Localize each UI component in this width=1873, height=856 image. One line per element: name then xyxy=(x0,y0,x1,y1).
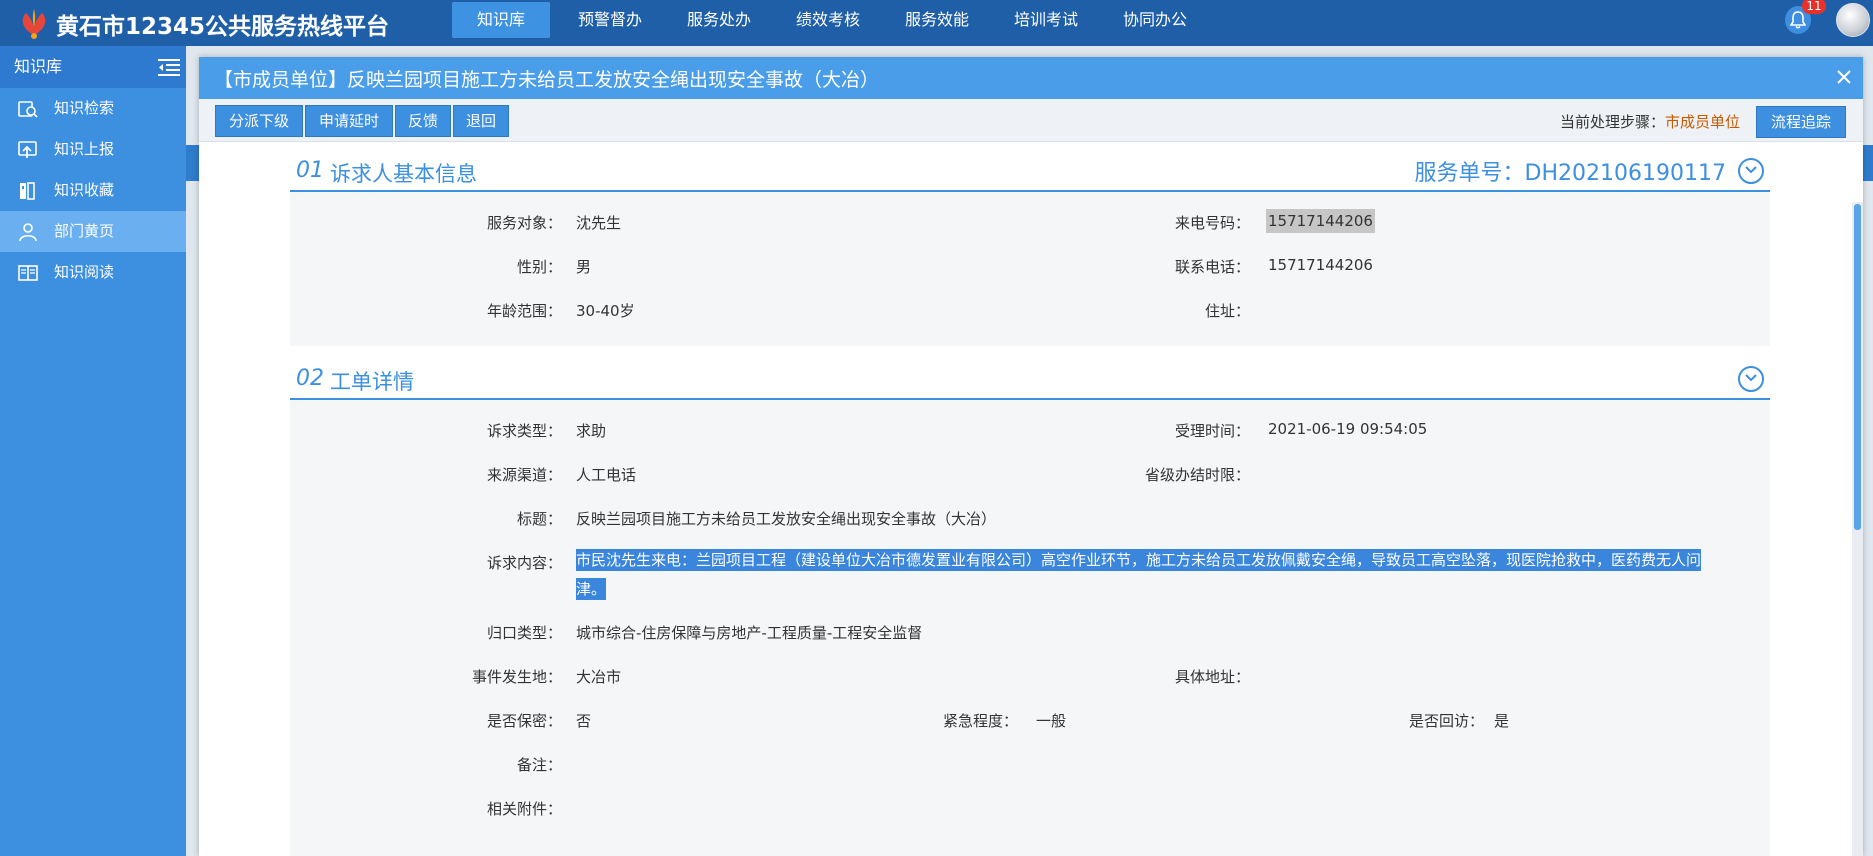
request-type-value: 求助 xyxy=(576,422,607,440)
upload-icon xyxy=(18,141,37,158)
field-label: 受理时间： xyxy=(1174,422,1250,440)
feedback-button[interactable]: 反馈 xyxy=(395,105,451,137)
sidebar-item-department-directory[interactable]: 部门黄页 xyxy=(0,211,186,252)
requester-info-panel: 服务对象： 沈先生 来电号码： 15717144206 性别： 男 联系电话： … xyxy=(290,192,1770,346)
section-number: 01 xyxy=(296,158,324,183)
app-title: 黄石市12345公共服务热线平台 xyxy=(56,14,390,40)
open-book-icon xyxy=(18,265,38,281)
user-avatar[interactable] xyxy=(1836,3,1870,37)
urgency-value: 一般 xyxy=(1036,712,1067,730)
field-label: 性别： xyxy=(516,258,562,276)
nav-training-exam[interactable]: 培训考试 xyxy=(997,2,1095,38)
notification-count-badge: 11 xyxy=(1802,0,1826,14)
menu-collapse-icon[interactable] xyxy=(158,58,180,76)
chevron-down-icon xyxy=(1745,166,1757,174)
process-trace-button[interactable]: 流程追踪 xyxy=(1756,106,1846,138)
sidebar: 知识库 知识检索 知识上报 知识收藏 部门黄页 知识阅读 xyxy=(0,46,186,856)
event-place-value: 大冶市 xyxy=(576,668,622,686)
nav-knowledge-base[interactable]: 知识库 xyxy=(452,2,550,38)
sidebar-title: 知识库 xyxy=(14,57,63,76)
field-label: 标题： xyxy=(516,510,562,528)
hotline-logo-icon xyxy=(22,9,46,39)
request-extension-button[interactable]: 申请延时 xyxy=(305,105,393,137)
field-label: 住址： xyxy=(1204,302,1250,320)
gender-value: 男 xyxy=(576,258,592,276)
nav-warning-supervision[interactable]: 预警督办 xyxy=(561,2,659,38)
revisit-value: 是 xyxy=(1494,712,1510,730)
field-label: 归口类型： xyxy=(486,624,562,642)
field-label: 来源渠道： xyxy=(486,466,562,484)
field-label: 是否保密： xyxy=(486,712,562,730)
field-label: 年龄范围： xyxy=(486,302,562,320)
current-step-value: 市成员单位 xyxy=(1665,113,1741,131)
subject-value: 反映兰园项目施工方未给员工发放安全绳出现安全事故（大冶） xyxy=(576,510,997,528)
section-title: 工单详情 xyxy=(330,370,414,394)
field-label: 紧急程度： xyxy=(942,712,1018,730)
confidential-value: 否 xyxy=(576,712,592,730)
field-label: 联系电话： xyxy=(1174,258,1250,276)
sidebar-item-label: 知识收藏 xyxy=(54,181,115,199)
sidebar-item-label: 知识阅读 xyxy=(54,263,115,281)
request-content-line: 市民沈先生来电：兰园项目工程（建设单位大冶市德发置业有限公司）高空作业环节，施工… xyxy=(576,549,1702,571)
category-value: 城市综合-住房保障与房地产-工程质量-工程安全监督 xyxy=(576,624,923,642)
field-label: 具体地址： xyxy=(1174,668,1250,686)
collapse-section-button[interactable] xyxy=(1738,366,1764,392)
field-label: 事件发生地： xyxy=(471,668,562,686)
nav-performance[interactable]: 绩效考核 xyxy=(779,2,877,38)
current-step-label: 当前处理步骤：市成员单位 xyxy=(1560,111,1740,132)
user-icon xyxy=(19,223,37,242)
service-target-value: 沈先生 xyxy=(576,214,622,232)
current-step-prefix: 当前处理步骤： xyxy=(1560,113,1666,131)
section-header-order-detail: 02 工单详情 xyxy=(290,360,1770,400)
service-order-number: 服务单号：DH202106190117 xyxy=(1414,161,1726,186)
request-content-line: 津。 xyxy=(576,578,607,600)
sidebar-item-knowledge-report[interactable]: 知识上报 xyxy=(0,129,186,170)
section-number: 02 xyxy=(296,366,324,391)
field-label: 诉求类型： xyxy=(486,422,562,440)
field-label: 诉求内容： xyxy=(486,554,562,572)
sidebar-item-knowledge-favorites[interactable]: 知识收藏 xyxy=(0,170,186,211)
sidebar-item-knowledge-search[interactable]: 知识检索 xyxy=(0,88,186,129)
nav-collaboration[interactable]: 协同办公 xyxy=(1106,2,1204,38)
collapse-section-button[interactable] xyxy=(1738,158,1764,184)
field-label: 是否回访： xyxy=(1408,712,1484,730)
work-order-modal: 【市成员单位】反映兰园项目施工方未给员工发放安全绳出现安全事故（大冶） 分派下级… xyxy=(199,57,1863,856)
field-label: 相关附件： xyxy=(486,800,562,818)
sidebar-header: 知识库 xyxy=(0,46,186,88)
section-header-requester: 01 诉求人基本信息 服务单号：DH202106190117 xyxy=(290,152,1770,192)
modal-body: 01 诉求人基本信息 服务单号：DH202106190117 服务对象： 沈先生… xyxy=(199,142,1863,856)
field-label: 服务对象： xyxy=(486,214,562,232)
bookmark-icon xyxy=(20,182,35,200)
field-label: 省级办结时限： xyxy=(1144,466,1250,484)
caller-number-value: 15717144206 xyxy=(1266,209,1375,233)
scrollbar-thumb[interactable] xyxy=(1854,204,1861,530)
sidebar-item-label: 知识检索 xyxy=(54,99,115,117)
request-content-value: 市民沈先生来电：兰园项目工程（建设单位大冶市德发置业有限公司）高空作业环节，施工… xyxy=(576,546,1710,604)
close-icon[interactable] xyxy=(1833,66,1855,88)
sidebar-item-label: 部门黄页 xyxy=(54,222,115,240)
main-nav: 知识库 预警督办 服务处办 绩效考核 服务效能 培训考试 协同办公 xyxy=(452,2,1215,38)
modal-toolbar: 分派下级 申请延时 反馈 退回 当前处理步骤：市成员单位 xyxy=(199,99,1863,142)
age-range-value: 30-40岁 xyxy=(576,302,635,320)
top-navigation-bar: 黄石市12345公共服务热线平台 知识库 预警督办 服务处办 绩效考核 服务效能… xyxy=(0,0,1873,46)
accept-time-value: 2021-06-19 09:54:05 xyxy=(1268,420,1428,438)
modal-title-bar: 【市成员单位】反映兰园项目施工方未给员工发放安全绳出现安全事故（大冶） xyxy=(199,57,1863,99)
contact-phone-value: 15717144206 xyxy=(1268,256,1373,274)
search-book-icon xyxy=(18,101,38,118)
sidebar-item-knowledge-reading[interactable]: 知识阅读 xyxy=(0,252,186,293)
source-channel-value: 人工电话 xyxy=(576,466,637,484)
sidebar-item-label: 知识上报 xyxy=(54,140,115,158)
field-label: 来电号码： xyxy=(1174,214,1250,232)
section-title: 诉求人基本信息 xyxy=(330,162,477,186)
field-label: 备注： xyxy=(516,756,562,774)
dispatch-button[interactable]: 分派下级 xyxy=(215,105,303,137)
nav-service-handling[interactable]: 服务处办 xyxy=(670,2,768,38)
chevron-down-icon xyxy=(1745,374,1757,382)
nav-service-efficiency[interactable]: 服务效能 xyxy=(888,2,986,38)
order-detail-panel: 诉求类型： 求助 受理时间： 2021-06-19 09:54:05 来源渠道：… xyxy=(290,400,1770,856)
modal-title: 【市成员单位】反映兰园项目施工方未给员工发放安全绳出现安全事故（大冶） xyxy=(214,69,880,91)
return-button[interactable]: 退回 xyxy=(453,105,509,137)
